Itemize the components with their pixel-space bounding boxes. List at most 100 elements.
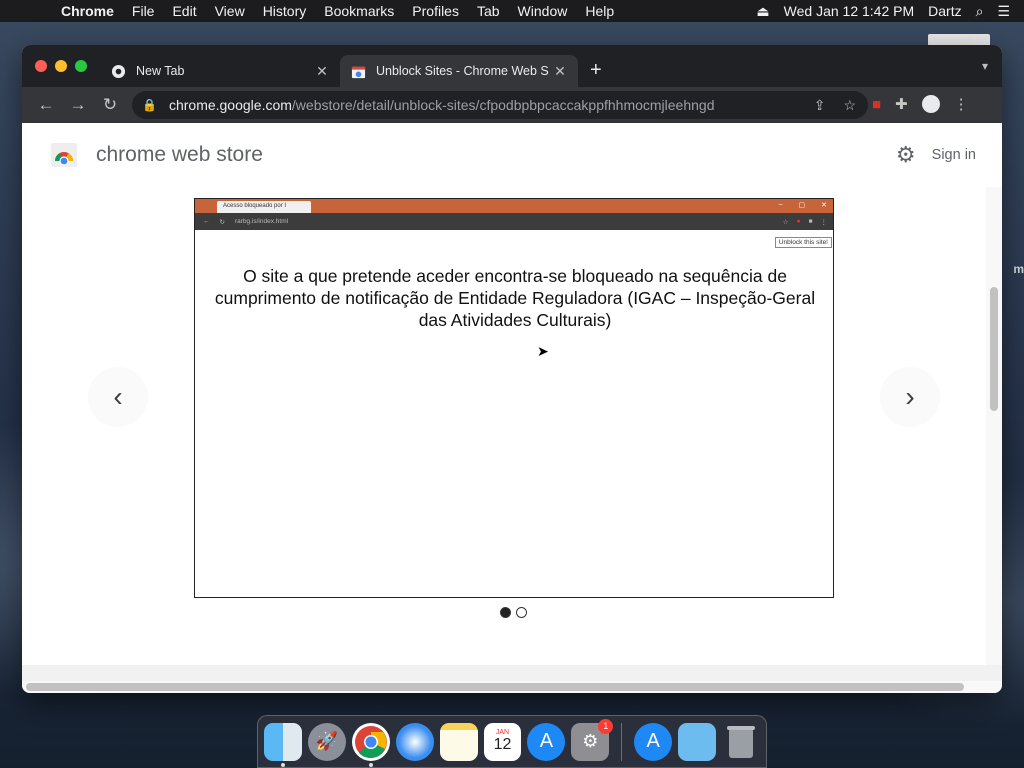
screenshot-carousel: ‹ › Acesso bloqueado por I – ▢ ✕ ← ↻ rar… — [22, 187, 986, 665]
web-page: chrome web store ⚙ Sign in ‹ › Acesso bl… — [22, 123, 1002, 693]
menu-tab[interactable]: Tab — [468, 3, 509, 19]
close-window-button[interactable] — [35, 60, 47, 72]
safari-compass-icon[interactable] — [395, 722, 434, 761]
kebab-menu-icon[interactable]: ⋮ — [954, 95, 969, 113]
carousel-dot-2[interactable] — [516, 607, 527, 618]
running-indicator — [368, 762, 373, 767]
downloads-folder-icon[interactable] — [678, 722, 717, 761]
carousel-prev-button[interactable]: ‹ — [88, 367, 148, 427]
menu-profiles[interactable]: Profiles — [403, 3, 468, 19]
control-center-icon[interactable]: ☰ — [997, 3, 1010, 20]
notification-badge: 1 — [598, 718, 614, 734]
launchpad-icon[interactable]: 🚀 — [307, 722, 346, 761]
blocked-message: O site a que pretende aceder encontra-se… — [214, 266, 816, 330]
maximize-icon: ▢ — [798, 202, 806, 209]
tab-new-tab[interactable]: New Tab ✕ — [100, 55, 340, 87]
tab-search-chevron-icon[interactable]: ▾ — [982, 59, 988, 73]
minimize-icon: – — [778, 201, 783, 208]
carousel-next-button[interactable]: › — [880, 367, 940, 427]
screenshot-tab: Acesso bloqueado por I — [217, 201, 311, 213]
carousel-dots — [500, 607, 527, 618]
kebab-menu-icon: ⋮ — [820, 218, 828, 226]
store-header: chrome web store ⚙ Sign in — [22, 123, 1002, 187]
close-icon: ✕ — [821, 202, 827, 209]
bookmark-star-icon[interactable]: ☆ — [843, 97, 856, 114]
menu-window[interactable]: Window — [509, 3, 577, 19]
menu-history[interactable]: History — [254, 3, 316, 19]
screenshot-url: rarbg.is/index.html — [234, 218, 289, 225]
vertical-scrollbar[interactable] — [986, 187, 1002, 665]
close-tab-icon[interactable]: ✕ — [552, 63, 568, 80]
horizontal-scrollbar[interactable] — [22, 681, 1002, 693]
window-controls — [35, 60, 87, 72]
browser-toolbar: ← → ↻ 🔒 chrome.google.com /webstore/deta… — [22, 87, 1002, 123]
new-tab-plus-icon[interactable]: + — [590, 59, 602, 82]
menu-app-name[interactable]: Chrome — [52, 3, 123, 19]
chrome-window: New Tab ✕ Unblock Sites - Chrome Web S ✕… — [22, 45, 1002, 693]
store-title[interactable]: chrome web store — [96, 143, 263, 167]
system-preferences-gear-icon[interactable]: ⚙ 1 — [571, 718, 614, 761]
mouse-cursor-icon: ➤ — [537, 343, 549, 359]
vertical-scroll-thumb[interactable] — [990, 287, 998, 411]
menu-edit[interactable]: Edit — [163, 3, 205, 19]
tab-strip: New Tab ✕ Unblock Sites - Chrome Web S ✕… — [22, 45, 1002, 87]
back-arrow-icon[interactable]: ← — [30, 95, 62, 115]
tab-unblock-sites[interactable]: Unblock Sites - Chrome Web S ✕ — [340, 55, 578, 87]
chevron-right-icon: › — [905, 381, 915, 412]
address-bar[interactable]: 🔒 chrome.google.com /webstore/detail/unb… — [132, 91, 868, 119]
share-icon[interactable]: ⇪ — [814, 97, 826, 114]
gear-icon[interactable]: ⚙ — [896, 142, 916, 168]
screenshot-window-controls: – ▢ ✕ — [779, 201, 827, 209]
app-store-download-icon[interactable]: A — [634, 722, 673, 761]
screenshot-urlbar: ← ↻ rarbg.is/index.html ☆ ● ■ ⋮ — [195, 213, 833, 230]
profile-avatar-icon[interactable] — [921, 95, 940, 113]
extension-icon: ■ — [808, 217, 813, 225]
finder-icon[interactable] — [264, 722, 302, 767]
star-icon: ☆ — [782, 218, 789, 226]
menu-file[interactable]: File — [123, 3, 164, 19]
menu-help[interactable]: Help — [576, 3, 623, 19]
back-arrow-icon: ← — [203, 218, 210, 225]
dock: 🚀 JAN 12 A ⚙ 1 A — [257, 715, 767, 768]
web-store-logo-icon[interactable] — [50, 141, 78, 169]
chrome-icon — [110, 63, 126, 79]
calendar-icon[interactable]: JAN 12 — [483, 722, 522, 761]
extensions-puzzle-icon[interactable]: ✚ — [895, 95, 908, 113]
zoom-window-button[interactable] — [75, 60, 87, 72]
menubar-user[interactable]: Dartz — [928, 3, 961, 19]
close-tab-icon[interactable]: ✕ — [314, 63, 330, 80]
horizontal-scroll-thumb[interactable] — [26, 683, 964, 691]
notes-icon[interactable] — [439, 722, 478, 761]
tab-title: New Tab — [136, 64, 185, 78]
url-path: /webstore/detail/unblock-sites/cfpodbpbp… — [291, 97, 715, 113]
desktop-edge-label: m — [1013, 262, 1024, 276]
lock-icon[interactable]: 🔒 — [142, 98, 157, 112]
menu-bar: Chrome File Edit View History Bookmarks … — [0, 0, 1024, 22]
sign-in-link[interactable]: Sign in — [932, 147, 976, 163]
reload-icon[interactable]: ↻ — [94, 95, 126, 115]
dock-separator — [621, 722, 623, 761]
tab-title: Unblock Sites - Chrome Web S — [376, 64, 549, 78]
extension-screenshot: Acesso bloqueado por I – ▢ ✕ ← ↻ rarbg.i… — [194, 198, 834, 598]
carousel-dot-1[interactable] — [500, 607, 511, 618]
web-store-icon — [350, 63, 366, 79]
menu-bookmarks[interactable]: Bookmarks — [315, 3, 403, 19]
trash-icon[interactable] — [722, 723, 760, 761]
chrome-app-icon[interactable] — [351, 722, 390, 767]
extension-area: ■ ✚ ⋮ — [872, 95, 969, 113]
reload-icon: ↻ — [219, 218, 225, 226]
app-store-icon[interactable]: A — [527, 722, 566, 761]
menubar-datetime[interactable]: Wed Jan 12 1:42 PM — [784, 3, 914, 19]
screenshot-tabbar: Acesso bloqueado por I – ▢ ✕ — [195, 199, 833, 213]
running-indicator — [281, 762, 285, 767]
minimize-window-button[interactable] — [55, 60, 67, 72]
unblock-extension-icon[interactable]: ■ — [872, 96, 881, 113]
menu-view[interactable]: View — [206, 3, 254, 19]
spotlight-search-icon[interactable]: ⌕ — [976, 3, 984, 20]
eject-icon[interactable]: ⏏ — [756, 3, 769, 20]
url-domain: chrome.google.com — [168, 97, 292, 113]
forward-arrow-icon[interactable]: → — [62, 95, 94, 115]
chevron-left-icon: ‹ — [113, 381, 123, 412]
calendar-day: 12 — [493, 736, 512, 753]
calendar-month: JAN — [495, 729, 510, 736]
